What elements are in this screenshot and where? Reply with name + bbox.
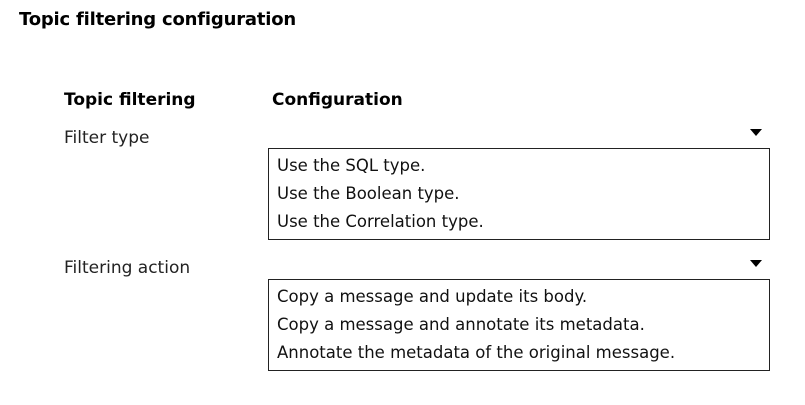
topic-filtering-column-header: Topic filtering	[64, 90, 196, 110]
chevron-down-icon[interactable]	[750, 129, 762, 136]
filter-type-option-boolean[interactable]: Use the Boolean type.	[269, 180, 769, 208]
configuration-column-header: Configuration	[272, 90, 403, 110]
filter-type-dropdown-toggle[interactable]	[268, 120, 770, 148]
filter-type-option-correlation[interactable]: Use the Correlation type.	[269, 208, 769, 236]
filter-type-label: Filter type	[64, 128, 150, 148]
filter-type-option-sql[interactable]: Use the SQL type.	[269, 152, 769, 180]
filtering-action-option-update-body[interactable]: Copy a message and update its body.	[269, 283, 769, 311]
filter-type-dropdown[interactable]: Use the SQL type. Use the Boolean type. …	[268, 120, 770, 240]
filtering-action-options-list: Copy a message and update its body. Copy…	[268, 279, 770, 371]
chevron-down-icon[interactable]	[750, 260, 762, 267]
filtering-action-label: Filtering action	[64, 258, 191, 278]
filtering-action-option-annotate-original[interactable]: Annotate the metadata of the original me…	[269, 339, 769, 367]
filtering-action-dropdown-toggle[interactable]	[268, 251, 770, 279]
filtering-action-option-annotate-metadata[interactable]: Copy a message and annotate its metadata…	[269, 311, 769, 339]
filter-type-options-list: Use the SQL type. Use the Boolean type. …	[268, 148, 770, 240]
filtering-action-dropdown[interactable]: Copy a message and update its body. Copy…	[268, 251, 770, 371]
page-title: Topic filtering configuration	[19, 9, 296, 30]
